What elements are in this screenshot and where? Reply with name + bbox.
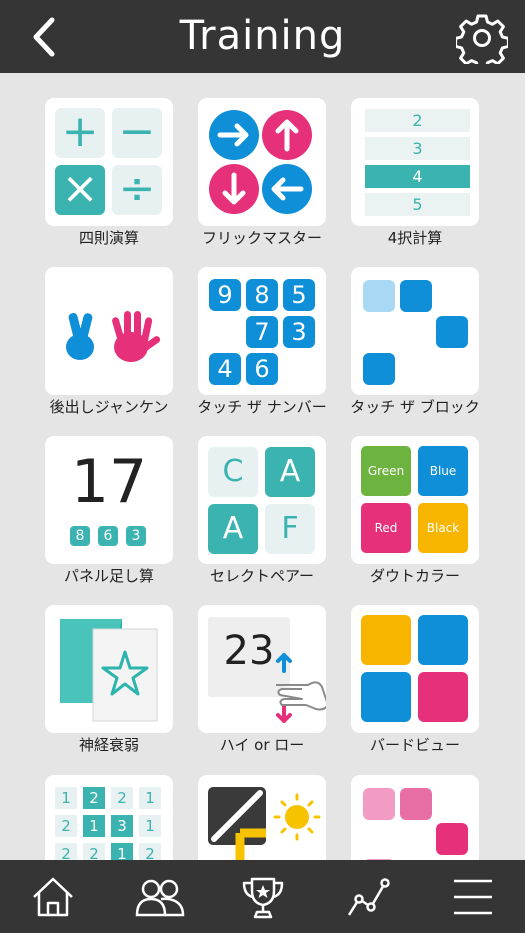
tile-label: パネル足し算 [63, 567, 154, 585]
grid-cell: 2 [111, 787, 133, 809]
number-cell: 9 [209, 279, 241, 311]
tile-concentration[interactable] [45, 605, 173, 733]
tile-label: ダウトカラー [369, 567, 460, 585]
number-cell: 4 [209, 353, 241, 385]
tile-doubt-color[interactable]: Green Blue Red Black [351, 436, 479, 564]
tile-label: タッチ ザ ブロック [350, 398, 480, 416]
grid-cell: 2 [83, 787, 105, 809]
block [363, 353, 395, 385]
multiply-glyph: × [55, 165, 105, 215]
color-square [361, 672, 411, 722]
panel-part: 3 [126, 526, 146, 546]
letter-card: C [208, 447, 258, 497]
page-title: Training [179, 13, 346, 59]
menu-icon [454, 879, 492, 915]
block-light [363, 280, 395, 312]
light-path-icon [208, 787, 321, 860]
color-square [418, 615, 468, 665]
divide-glyph: ÷ [112, 165, 162, 215]
cards-star-icon [60, 619, 158, 722]
color-square [418, 672, 468, 722]
nav-friends[interactable] [105, 860, 210, 933]
tile-touch-the-block[interactable] [351, 267, 479, 395]
grid-cell: 2 [139, 843, 161, 860]
color-word: Blue [418, 446, 468, 496]
block-light [363, 788, 395, 820]
tile-label: 4択計算 [387, 229, 443, 247]
tile-light-path[interactable] [198, 775, 326, 860]
grid-cell: 2 [83, 843, 105, 860]
number-cell: 3 [283, 316, 315, 348]
choice-item-selected: 4 [365, 165, 470, 188]
letter-card: F [265, 504, 315, 554]
letter-card-selected: A [265, 447, 315, 497]
grid-cell: 1 [55, 787, 77, 809]
number-cell: 6 [246, 353, 278, 385]
header-bar: Training [0, 0, 525, 73]
trophy-icon [242, 877, 284, 919]
block [400, 788, 432, 820]
tile-touch-the-number[interactable]: 9 8 5 7 3 4 6 [198, 267, 326, 395]
tile-label: ハイ or ロー [219, 736, 305, 754]
training-grid: + − × ÷ 四則演算 フリックマスター 2 3 4 5 4択計算 後出しジャ… [0, 73, 525, 860]
stats-icon [347, 878, 390, 916]
plus-glyph: + [55, 108, 105, 158]
tile-high-or-low[interactable]: 23 [198, 605, 326, 733]
number-cell: 8 [246, 279, 278, 311]
panel-part: 6 [98, 526, 118, 546]
tile-number-grid[interactable]: 1 2 2 1 2 1 3 1 2 2 1 2 [45, 775, 173, 860]
gear-icon[interactable] [456, 12, 508, 64]
tile-panel-addition[interactable]: 17 8 6 3 [45, 436, 173, 564]
letter-card-selected: A [208, 504, 258, 554]
tile-four-operations[interactable]: + − × ÷ [45, 98, 173, 226]
nav-stats[interactable] [315, 860, 420, 933]
grid-cell: 2 [55, 843, 77, 860]
tile-label: フリックマスター [201, 229, 322, 247]
number-cell: 5 [283, 279, 315, 311]
minus-glyph: − [112, 108, 162, 158]
choice-item: 3 [365, 137, 470, 160]
tile-bird-view[interactable] [351, 605, 479, 733]
block [436, 316, 468, 348]
nav-home[interactable] [0, 860, 105, 933]
nav-ranking[interactable] [210, 860, 315, 933]
choice-item: 5 [365, 193, 470, 216]
flick-arrows-icon [209, 110, 312, 214]
grid-cell: 1 [83, 815, 105, 837]
bottom-nav [0, 860, 525, 933]
block [400, 280, 432, 312]
grid-cell: 1 [139, 815, 161, 837]
color-square [361, 615, 411, 665]
hands-icon [66, 311, 161, 362]
tile-label: 後出しジャンケン [49, 398, 169, 416]
tile-label: タッチ ザ ナンバー [197, 398, 327, 416]
number-cell: 7 [246, 316, 278, 348]
tile-flick-master[interactable] [198, 98, 326, 226]
tile-label: セレクトペアー [209, 567, 315, 585]
tile-pink-blocks[interactable] [351, 775, 479, 860]
nav-menu[interactable] [420, 860, 525, 933]
grid-cell: 2 [55, 815, 77, 837]
grid-cell: 3 [111, 815, 133, 837]
tile-select-pair[interactable]: C A A F [198, 436, 326, 564]
tile-label: 神経衰弱 [78, 736, 139, 754]
swipe-hand-icon [276, 653, 326, 723]
block [436, 823, 468, 855]
tile-late-janken[interactable] [45, 267, 173, 395]
color-word: Red [361, 503, 411, 553]
panel-total: 17 [70, 447, 148, 517]
color-word: Green [361, 446, 411, 496]
tile-four-choice-calc[interactable]: 2 3 4 5 [351, 98, 479, 226]
grid-cell: 1 [139, 787, 161, 809]
friends-icon [135, 879, 185, 917]
grid-cell: 1 [111, 843, 133, 860]
tile-label: 四則演算 [78, 229, 139, 247]
tile-label: バードビュー [369, 736, 460, 754]
home-icon [33, 877, 73, 917]
panel-part: 8 [70, 526, 90, 546]
choice-item: 2 [365, 109, 470, 132]
color-word: Black [418, 503, 468, 553]
